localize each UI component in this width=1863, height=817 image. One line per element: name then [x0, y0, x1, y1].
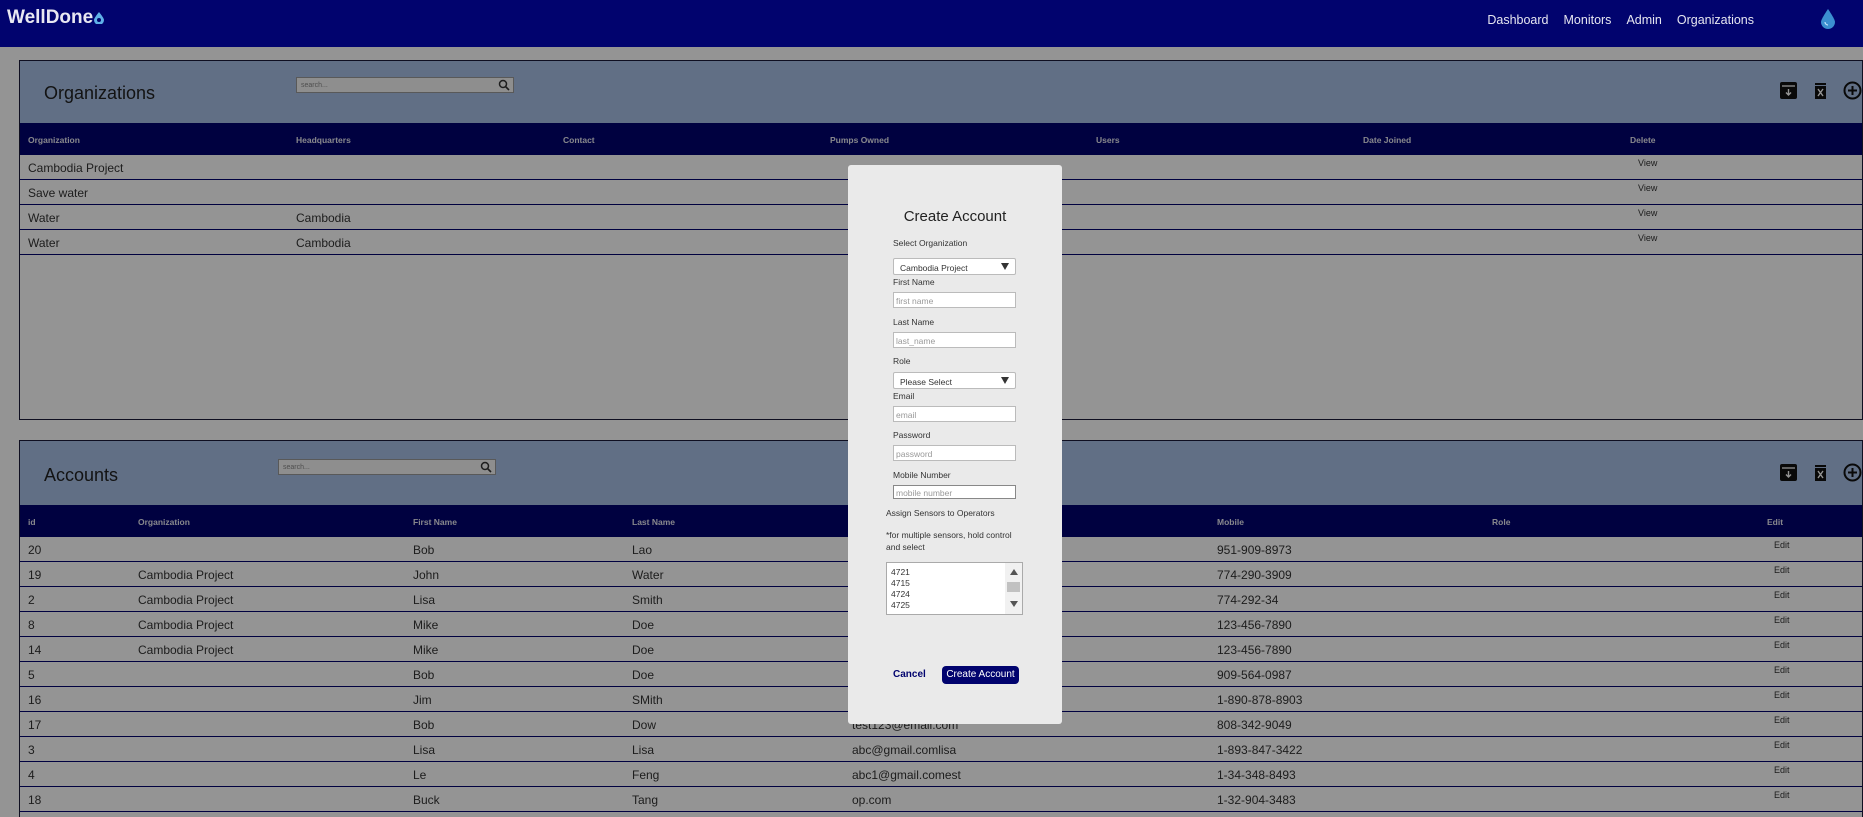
sensor-option[interactable]: 4721 [891, 567, 910, 578]
nav-dashboard[interactable]: Dashboard [1487, 13, 1548, 27]
create-account-modal: Create Account Select Organization Cambo… [848, 165, 1062, 724]
cancel-button[interactable]: Cancel [893, 669, 926, 680]
role-label: Role [893, 356, 911, 366]
email-placeholder: email [896, 410, 917, 420]
water-drop-icon[interactable] [1821, 9, 1835, 29]
scroll-down-icon[interactable] [1010, 601, 1018, 607]
first-name-field[interactable]: first name [893, 292, 1016, 308]
organization-select[interactable]: Cambodia Project [893, 258, 1016, 275]
password-placeholder: password [896, 449, 933, 459]
nav-links: Dashboard Monitors Admin Organizations [1487, 13, 1754, 27]
nav-organizations[interactable]: Organizations [1677, 13, 1754, 27]
first-name-label: First Name [893, 277, 935, 287]
password-field[interactable]: password [893, 445, 1016, 461]
password-label: Password [893, 430, 931, 440]
first-name-placeholder: first name [896, 296, 934, 306]
water-drop-icon [94, 12, 105, 24]
last-name-field[interactable]: last_name [893, 332, 1016, 348]
email-field[interactable]: email [893, 406, 1016, 422]
sensor-option[interactable]: 4724 [891, 589, 910, 600]
chevron-down-icon [1001, 263, 1009, 270]
sensors-hint: *for multiple sensors, hold control and … [886, 530, 1012, 552]
modal-title: Create Account [903, 208, 1007, 225]
role-select[interactable]: Please Select [893, 372, 1016, 389]
sensors-scrollbar[interactable] [1005, 563, 1022, 614]
scroll-up-icon[interactable] [1010, 569, 1018, 575]
role-select-value: Please Select [900, 377, 952, 387]
last-name-label: Last Name [893, 317, 935, 327]
nav-monitors[interactable]: Monitors [1564, 13, 1612, 27]
email-label: Email [893, 391, 915, 401]
organization-select-value: Cambodia Project [900, 263, 968, 273]
mobile-number-label: Mobile Number [893, 470, 951, 480]
assign-sensors-label: Assign Sensors to Operators [886, 508, 995, 518]
sensor-option[interactable]: 4725 [891, 600, 910, 611]
brand-name: WellDone [7, 7, 94, 28]
last-name-placeholder: last_name [896, 336, 936, 346]
sensor-options: 4721 4715 4724 4725 [891, 567, 910, 611]
sensor-option[interactable]: 4715 [891, 578, 910, 589]
chevron-down-icon [1001, 377, 1009, 384]
scrollbar-thumb[interactable] [1007, 582, 1020, 592]
brand-logo[interactable]: WellDone [7, 7, 105, 29]
top-navbar: WellDone Dashboard Monitors Admin Organi… [0, 0, 1863, 47]
nav-admin[interactable]: Admin [1626, 13, 1661, 27]
mobile-number-placeholder: mobile number [896, 488, 953, 498]
select-organization-label: Select Organization [893, 238, 968, 248]
mobile-number-field[interactable]: mobile number [893, 485, 1016, 499]
sensors-multiselect[interactable]: 4721 4715 4724 4725 [886, 562, 1023, 615]
create-account-button[interactable]: Create Account [942, 666, 1019, 684]
